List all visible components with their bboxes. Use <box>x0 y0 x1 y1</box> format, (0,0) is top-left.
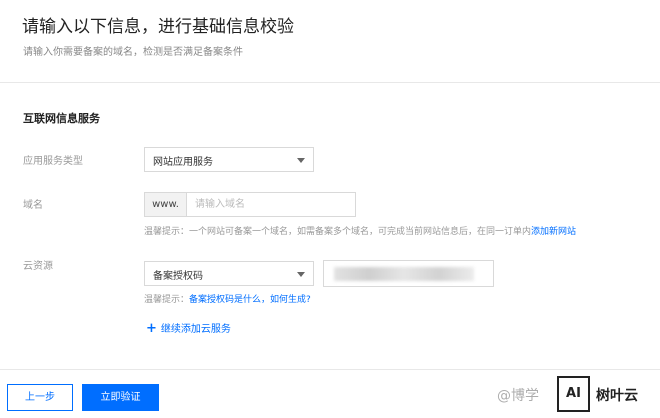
page-header: 请输入以下信息，进行基础信息校验 请输入你需要备案的域名，检测是否满足备案条件 <box>0 0 660 82</box>
watermark-logo: AI <box>557 376 590 412</box>
add-new-site-link[interactable]: 添加新网站 <box>531 227 576 237</box>
cloud-resource-select[interactable]: 备案授权码 <box>144 261 314 286</box>
watermark-text: @博学 <box>497 388 539 404</box>
chevron-down-icon <box>297 158 305 163</box>
cloud-resource-label: 云资源 <box>23 261 53 272</box>
previous-step-button[interactable]: 上一步 <box>7 384 73 411</box>
header-divider <box>0 82 660 83</box>
plus-icon: + <box>146 321 157 336</box>
auth-code-hint-text: 温馨提示： <box>144 295 190 305</box>
watermark-brand: 树叶云 <box>596 388 638 404</box>
domain-input[interactable] <box>186 192 356 217</box>
redacted-value <box>334 267 474 281</box>
footer-divider <box>0 369 660 370</box>
domain-label: 域名 <box>23 200 43 211</box>
domain-hint-text: 温馨提示：一个网站可备案一个域名，如需备案多个域名，可完成当前网站信息后，在同一… <box>144 227 532 237</box>
page-title: 请输入以下信息，进行基础信息校验 <box>22 17 294 37</box>
domain-prefix: www. <box>144 192 187 217</box>
watermark: @博学 AI 树叶云 <box>493 376 660 414</box>
cloud-resource-value: 备案授权码 <box>153 271 203 282</box>
auth-code-help-link[interactable]: 备案授权码是什么，如何生成? <box>189 295 311 305</box>
add-cloud-service-button[interactable]: + 继续添加云服务 <box>146 320 231 336</box>
authorization-code-input[interactable] <box>323 260 494 287</box>
service-type-label: 应用服务类型 <box>23 156 83 167</box>
page-subtitle: 请输入你需要备案的域名，检测是否满足备案条件 <box>23 47 243 58</box>
verify-now-button[interactable]: 立即验证 <box>82 384 159 411</box>
service-type-value: 网站应用服务 <box>153 157 213 168</box>
chevron-down-icon <box>297 272 305 277</box>
domain-hint: 温馨提示：一个网站可备案一个域名，如需备案多个域名，可完成当前网站信息后，在同一… <box>144 224 576 237</box>
add-cloud-service-label: 继续添加云服务 <box>160 324 231 335</box>
auth-code-hint: 温馨提示：备案授权码是什么，如何生成? <box>144 292 311 305</box>
service-type-select[interactable]: 网站应用服务 <box>144 147 314 172</box>
section-title: 互联网信息服务 <box>23 112 100 125</box>
